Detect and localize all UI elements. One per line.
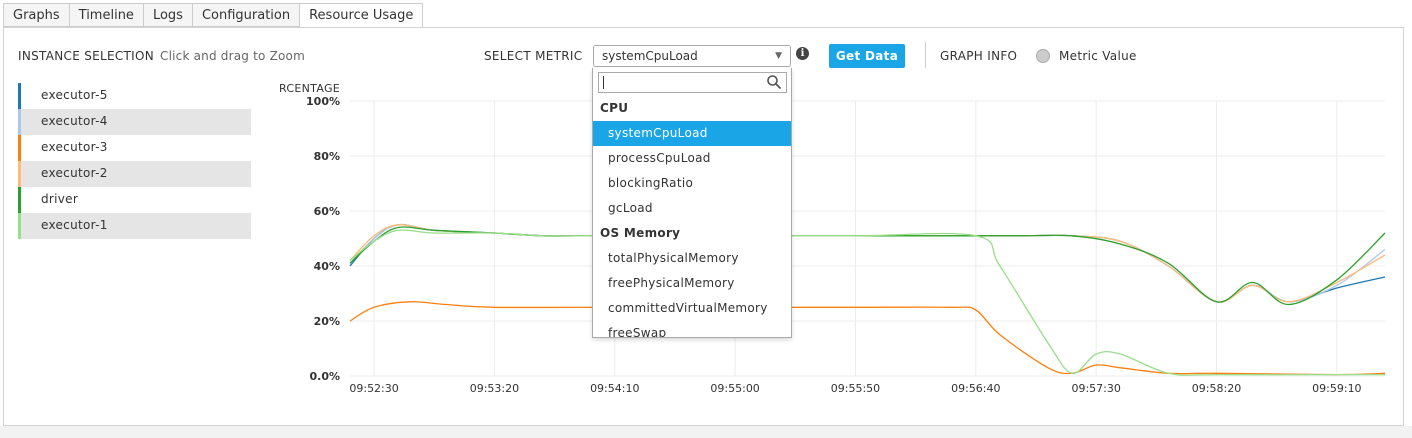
series-line-executor-3 — [349, 301, 1386, 376]
y-tick-label: 20% — [314, 315, 340, 328]
metric-dropdown: CPU systemCpuLoad processCpuLoad blockin… — [592, 68, 792, 338]
x-tick-label: 09:52:30 — [349, 382, 398, 395]
graph-info-label: GRAPH INFO — [940, 49, 1018, 63]
y-tick-label: 60% — [314, 205, 340, 218]
dropdown-search-input[interactable] — [598, 72, 787, 93]
instance-label: executor-3 — [41, 140, 108, 154]
x-tick-label: 09:58:20 — [1192, 382, 1241, 395]
get-data-button[interactable]: Get Data — [829, 44, 905, 68]
text-caret — [603, 76, 604, 89]
chart-grid — [350, 100, 1385, 377]
dropdown-item-processcpuload[interactable]: processCpuLoad — [593, 146, 791, 171]
instance-item[interactable]: executor-4 — [18, 109, 251, 135]
instance-label: executor-1 — [41, 218, 108, 232]
zoom-hint: Click and drag to Zoom — [160, 49, 305, 63]
instance-selection-label: INSTANCE SELECTION — [18, 49, 155, 63]
chart-axes: 0.0% 20% 40% 60% 80% 100% 09:52:30 09:53:20 09:5… — [279, 82, 1362, 395]
chart-series — [349, 223, 1386, 376]
tab-timeline[interactable]: Timeline — [68, 3, 143, 27]
instance-label: executor-4 — [41, 114, 108, 128]
dropdown-arrow-icon: ▼ — [775, 51, 782, 61]
tab-configuration[interactable]: Configuration — [191, 3, 300, 27]
instance-item[interactable]: executor-5 — [18, 83, 251, 109]
metric-value-label: Metric Value — [1059, 49, 1137, 63]
metric-select-value: systemCpuLoad — [602, 49, 698, 63]
dropdown-item-committedvirtualmemory[interactable]: committedVirtualMemory — [593, 296, 791, 321]
bottom-strip — [0, 426, 1412, 438]
dropdown-item-freephysicalmemory[interactable]: freePhysicalMemory — [593, 271, 791, 296]
x-tick-label: 09:56:40 — [951, 382, 1000, 395]
instance-item[interactable]: driver — [18, 187, 251, 213]
instance-label: executor-5 — [41, 88, 108, 102]
dropdown-item-freeswap[interactable]: freeSwap — [593, 321, 791, 337]
info-icon[interactable]: i — [796, 47, 809, 60]
y-tick-label: 100% — [306, 95, 340, 108]
metric-value-dot-icon — [1036, 49, 1050, 63]
metric-select[interactable]: systemCpuLoad ▼ — [593, 45, 791, 67]
dropdown-item-blockingratio[interactable]: blockingRatio — [593, 171, 791, 196]
dropdown-item-totalphysicalmemory[interactable]: totalPhysicalMemory — [593, 246, 791, 271]
tab-resource-usage[interactable]: Resource Usage — [299, 3, 424, 28]
dropdown-group-os-memory: OS Memory — [600, 226, 681, 240]
x-tick-label: 09:57:30 — [1071, 382, 1120, 395]
tab-logs[interactable]: Logs — [142, 3, 192, 27]
x-tick-label: 09:59:10 — [1312, 382, 1361, 395]
dropdown-item-systemcpuload[interactable]: systemCpuLoad — [593, 121, 791, 146]
cpu-usage-chart[interactable]: 0.0% 20% 40% 60% 80% 100% 09:52:30 09:53:20 09:5… — [270, 78, 1390, 403]
y-axis-label: RCENTAGE — [279, 82, 340, 95]
instance-item[interactable]: executor-2 — [18, 161, 251, 187]
search-icon — [767, 75, 782, 90]
series-line-executor-1 — [349, 229, 1385, 376]
x-tick-label: 09:54:10 — [590, 382, 639, 395]
header-divider — [925, 42, 926, 68]
instance-label: executor-2 — [41, 166, 108, 180]
tab-graphs[interactable]: Graphs — [3, 3, 69, 27]
y-tick-label: 0.0% — [309, 370, 340, 383]
dropdown-item-gcload[interactable]: gcLoad — [593, 196, 791, 221]
x-tick-label: 09:55:00 — [710, 382, 759, 395]
instance-label: driver — [41, 192, 79, 206]
instance-item[interactable]: executor-1 — [18, 213, 251, 239]
select-metric-label: SELECT METRIC — [484, 49, 583, 63]
y-tick-label: 40% — [314, 260, 340, 273]
y-tick-label: 80% — [314, 150, 340, 163]
tab-bar: Graphs Timeline Logs Configuration Resou… — [3, 3, 424, 28]
dropdown-group-cpu: CPU — [600, 101, 629, 115]
x-tick-label: 09:53:20 — [470, 382, 519, 395]
instance-list: executor-5 executor-4 executor-3 executo… — [18, 83, 251, 239]
instance-item[interactable]: executor-3 — [18, 135, 251, 161]
x-tick-label: 09:55:50 — [831, 382, 880, 395]
